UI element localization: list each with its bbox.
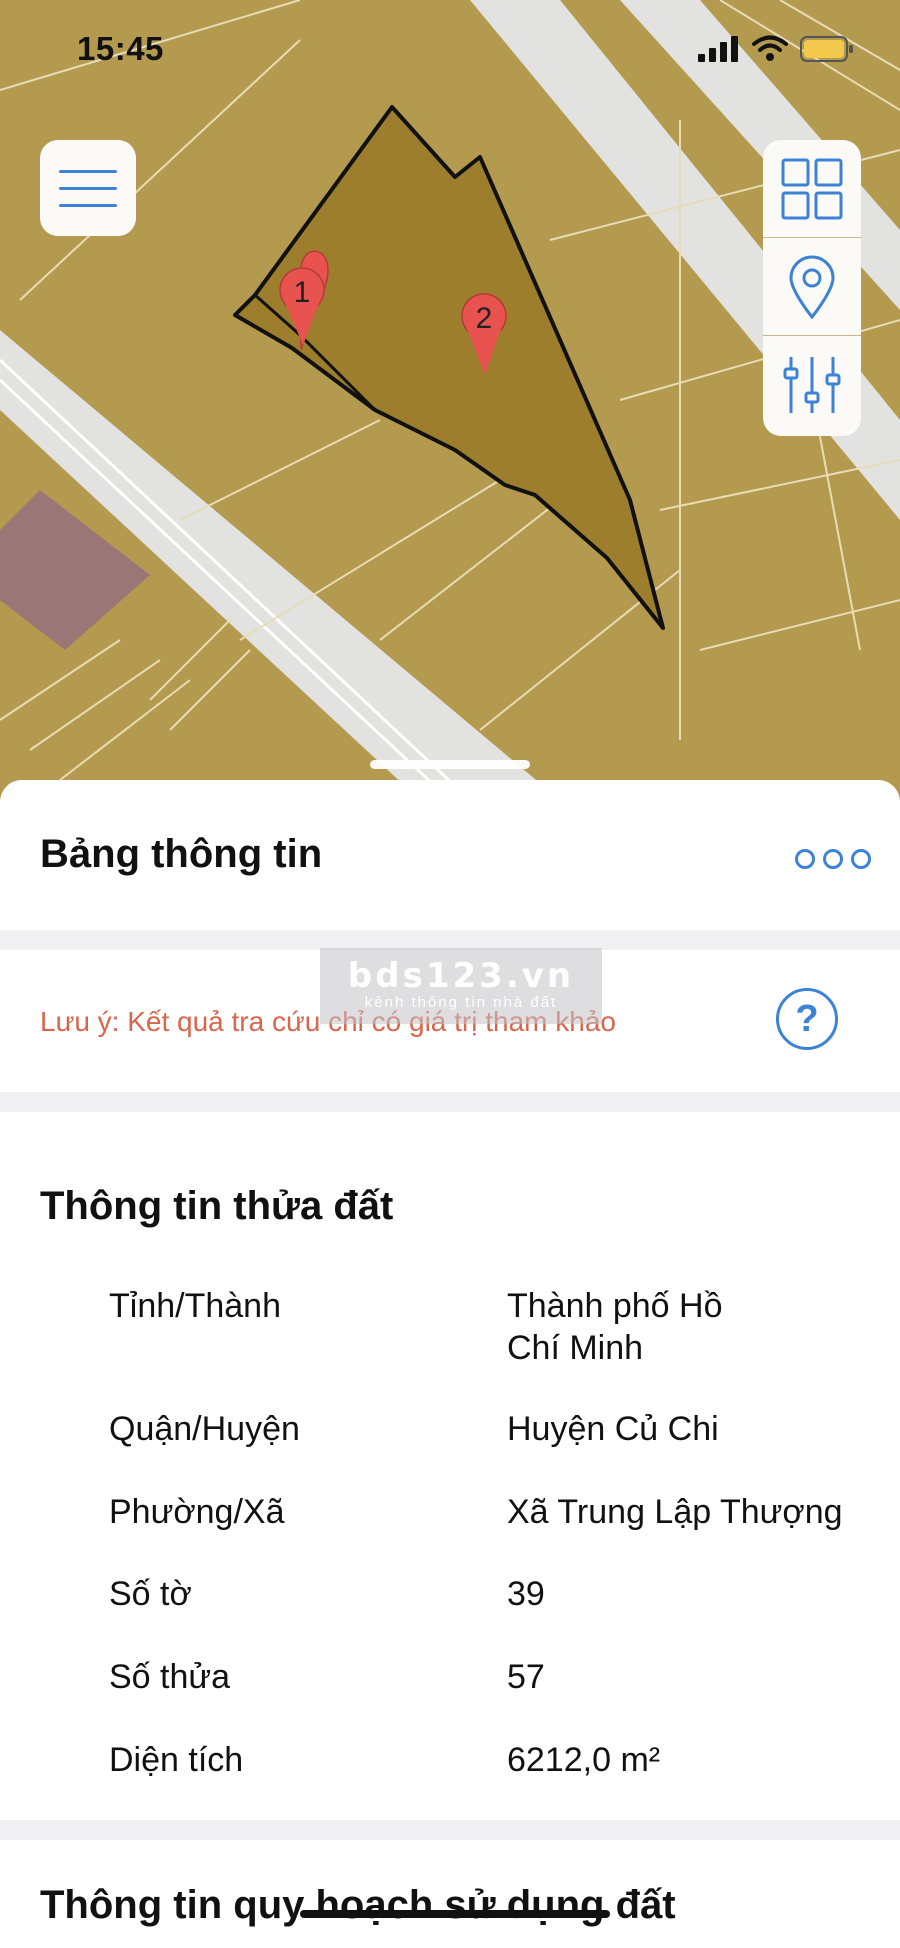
marker-label: 2 bbox=[476, 302, 493, 335]
sheet-drag-handle[interactable] bbox=[370, 760, 530, 769]
info-sheet: Bảng thông tin Lưu ý: Kết quả tra cứu ch… bbox=[0, 780, 900, 1948]
row-value: Huyện Củ Chi bbox=[507, 1410, 719, 1448]
row-value: Thành phố Hồ Chí Minh bbox=[507, 1287, 723, 1367]
row-label: Tỉnh/Thành bbox=[109, 1287, 281, 1325]
grid-icon bbox=[781, 158, 843, 219]
row-value: Xã Trung Lập Thượng bbox=[507, 1493, 843, 1531]
layers-button[interactable] bbox=[763, 140, 861, 238]
planning-card: Thông tin quy hoạch sử dụng đất bbox=[0, 1840, 900, 1948]
planning-title: Thông tin quy hoạch sử dụng đất bbox=[40, 1883, 676, 1927]
status-icons bbox=[698, 34, 854, 64]
more-icon[interactable] bbox=[795, 846, 885, 872]
parcel-info-title: Thông tin thửa đất bbox=[40, 1184, 394, 1228]
row-label: Diện tích bbox=[109, 1741, 244, 1779]
strike-mark bbox=[300, 1910, 610, 1918]
battery-icon bbox=[800, 36, 853, 62]
locate-button[interactable] bbox=[763, 238, 861, 336]
sliders-icon bbox=[783, 357, 841, 413]
row-value: 57 bbox=[507, 1658, 545, 1696]
row-label: Số tờ bbox=[109, 1575, 192, 1613]
status-time: 15:45 bbox=[77, 30, 164, 67]
filter-button[interactable] bbox=[763, 336, 861, 434]
info-header: Bảng thông tin bbox=[0, 780, 900, 930]
note-card: Lưu ý: Kết quả tra cứu chỉ có giá trị th… bbox=[0, 950, 900, 1092]
disclaimer-note: Lưu ý: Kết quả tra cứu chỉ có giá trị th… bbox=[40, 1006, 616, 1037]
row-label: Quận/Huyện bbox=[109, 1410, 300, 1448]
menu-button[interactable] bbox=[40, 140, 136, 236]
help-icon[interactable]: ? bbox=[776, 988, 838, 1050]
marker-label: 1 bbox=[294, 276, 311, 309]
wifi-icon bbox=[752, 35, 788, 61]
signal-icon bbox=[698, 36, 738, 62]
location-pin-icon bbox=[789, 255, 835, 319]
hamburger-icon bbox=[59, 169, 117, 173]
row-value: 6212,0 m² bbox=[507, 1741, 661, 1779]
map-tools bbox=[763, 140, 861, 436]
parcel-info-card: Thông tin thửa đất Tỉnh/Thành Thành phố … bbox=[0, 1112, 900, 1820]
row-label: Số thửa bbox=[109, 1658, 231, 1696]
row-value: 39 bbox=[507, 1575, 545, 1613]
row-label: Phường/Xã bbox=[109, 1493, 285, 1531]
info-title: Bảng thông tin bbox=[40, 832, 323, 876]
